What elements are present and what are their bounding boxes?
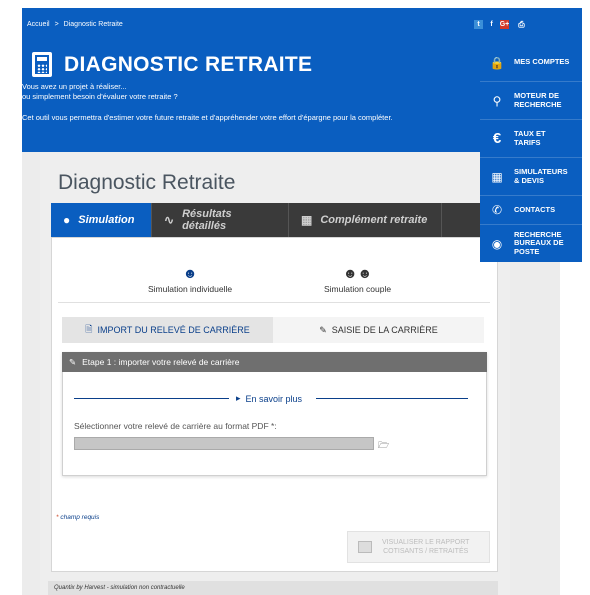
simulator-title: Diagnostic Retraite (58, 171, 236, 194)
chart-icon: ∿ (164, 213, 175, 227)
simulator-tabs: ● Simulation ∿ Résultats détaillés ▦ Com… (51, 203, 498, 237)
breadcrumb-separator: > (54, 21, 59, 28)
page-root: Accueil > Diagnostic Retraite t f G+ ⎙ D… (0, 0, 590, 595)
pencil-icon: ✎ (69, 356, 77, 367)
tab-complement-label: Complément retraite (320, 214, 428, 226)
intro-line-3: Cet outil vous permettra d'estimer votre… (22, 113, 393, 122)
calculator-icon: ▦ (491, 169, 503, 184)
intro-text: Vous avez un projet à réaliser... ou sim… (22, 82, 178, 102)
googleplus-icon[interactable]: G+ (500, 20, 509, 29)
sim-couple-option[interactable]: ☻☻ Simulation couple (324, 266, 391, 294)
folder-icon[interactable]: 🗁 (378, 438, 389, 454)
tab-simulation-label: Simulation (78, 214, 135, 226)
required-text: champ requis (60, 514, 100, 521)
subtab-entry-label: SAISIE DE LA CARRIÈRE (331, 325, 438, 335)
euro-icon: € (492, 130, 502, 147)
twitter-icon[interactable]: t (474, 20, 483, 29)
intro-line-1: Vous avez un projet à réaliser... (22, 82, 127, 91)
breadcrumb-current: Diagnostic Retraite (63, 21, 123, 28)
required-note: * champ requis (56, 514, 99, 521)
sidemenu-label-simulators: SIMULATEURS & DEVIS (514, 167, 568, 185)
edit-icon: ✎ (319, 324, 327, 335)
step-header: ✎ Etape 1 : importer votre relevé de car… (62, 352, 487, 372)
subtab-import[interactable]: 🗎 IMPORT DU RELEVÉ DE CARRIÈRE (62, 317, 273, 343)
table-icon: ▦ (301, 213, 313, 227)
intro-line-2: ou simplement besoin d'évaluer votre ret… (22, 92, 178, 101)
learn-more-label: En savoir plus (245, 393, 303, 404)
subtab-entry[interactable]: ✎ SAISIE DE LA CARRIÈRE (273, 317, 484, 343)
sidemenu-label-accounts: MES COMPTES (514, 57, 570, 67)
divider (58, 302, 490, 303)
sidemenu-label-contacts: CONTACTS (514, 204, 556, 214)
sidemenu-item-post-offices[interactable]: ◉ RECHERCHE BUREAUX DE POSTE (480, 225, 582, 262)
report-chart-icon (358, 541, 372, 553)
footer-note: Quantix by Harvest - simulation non cont… (48, 581, 498, 595)
breadcrumb: Accueil > Diagnostic Retraite (27, 21, 123, 28)
tab-simulation[interactable]: ● Simulation (51, 203, 152, 237)
sidemenu-item-accounts[interactable]: 🔒 MES COMPTES (480, 44, 582, 82)
sidemenu-label-search: MOTEUR DE RECHERCHE (514, 91, 562, 109)
step-title: Etape 1 : importer votre relevé de carri… (82, 357, 240, 367)
sidemenu-label-rates: TAUX ET TARIFS (514, 129, 546, 147)
view-report-button[interactable]: VISUALISER LE RAPPORT COTISANTS / RETRAI… (347, 531, 490, 563)
report-label-line2: COTISANTS / RETRAITÉS (383, 548, 469, 555)
sim-individual-option[interactable]: ☻ Simulation individuelle (148, 266, 232, 294)
tab-complement[interactable]: ▦ Complément retraite (289, 203, 442, 237)
users-icon: ☻☻ (342, 265, 373, 281)
user-icon: ☻ (182, 265, 198, 281)
user-icon: ● (63, 213, 71, 227)
facebook-icon[interactable]: f (487, 20, 496, 29)
sim-couple-label: Simulation couple (324, 284, 392, 294)
breadcrumb-home[interactable]: Accueil (27, 21, 50, 28)
divider-left (74, 398, 229, 399)
sidemenu-item-search[interactable]: ⚲ MOTEUR DE RECHERCHE (480, 82, 582, 120)
print-icon[interactable]: ⎙ (517, 20, 526, 29)
sidemenu-item-simulators[interactable]: ▦ SIMULATEURS & DEVIS (480, 158, 582, 196)
file-field-label: Sélectionner votre relevé de carrière au… (74, 421, 277, 431)
sidemenu-item-rates[interactable]: € TAUX ET TARIFS (480, 120, 582, 158)
tab-results[interactable]: ∿ Résultats détaillés (152, 203, 289, 237)
play-icon: ▸ (236, 393, 241, 403)
career-subtabs: 🗎 IMPORT DU RELEVÉ DE CARRIÈRE ✎ SAISIE … (62, 317, 484, 343)
report-label-line1: VISUALISER LE RAPPORT (382, 539, 470, 546)
sim-individual-label: Simulation individuelle (148, 284, 233, 294)
side-menu: 🔒 MES COMPTES ⚲ MOTEUR DE RECHERCHE € TA… (480, 44, 582, 262)
phone-icon: ✆ (491, 203, 503, 217)
divider-right (316, 398, 468, 399)
header-title-row: DIAGNOSTIC RETRAITE (32, 52, 312, 77)
search-icon: ⚲ (492, 93, 502, 108)
tab-results-label: Résultats détaillés (182, 208, 232, 232)
required-star: * (56, 514, 59, 521)
sidemenu-label-post-offices: RECHERCHE BUREAUX DE POSTE (514, 229, 564, 256)
pdf-icon: 🗎 (85, 324, 93, 334)
lock-icon: 🔒 (489, 55, 505, 70)
report-button-label: VISUALISER LE RAPPORT COTISANTS / RETRAI… (382, 538, 469, 556)
location-icon: ◉ (491, 236, 503, 251)
calculator-icon (32, 52, 52, 77)
sidemenu-item-contacts[interactable]: ✆ CONTACTS (480, 196, 582, 225)
learn-more-link[interactable]: ▸ En savoir plus (236, 393, 302, 404)
file-input[interactable] (74, 437, 374, 450)
page-title: DIAGNOSTIC RETRAITE (64, 52, 313, 76)
subtab-import-label: IMPORT DU RELEVÉ DE CARRIÈRE (97, 325, 250, 335)
social-links: t f G+ ⎙ (474, 20, 526, 29)
